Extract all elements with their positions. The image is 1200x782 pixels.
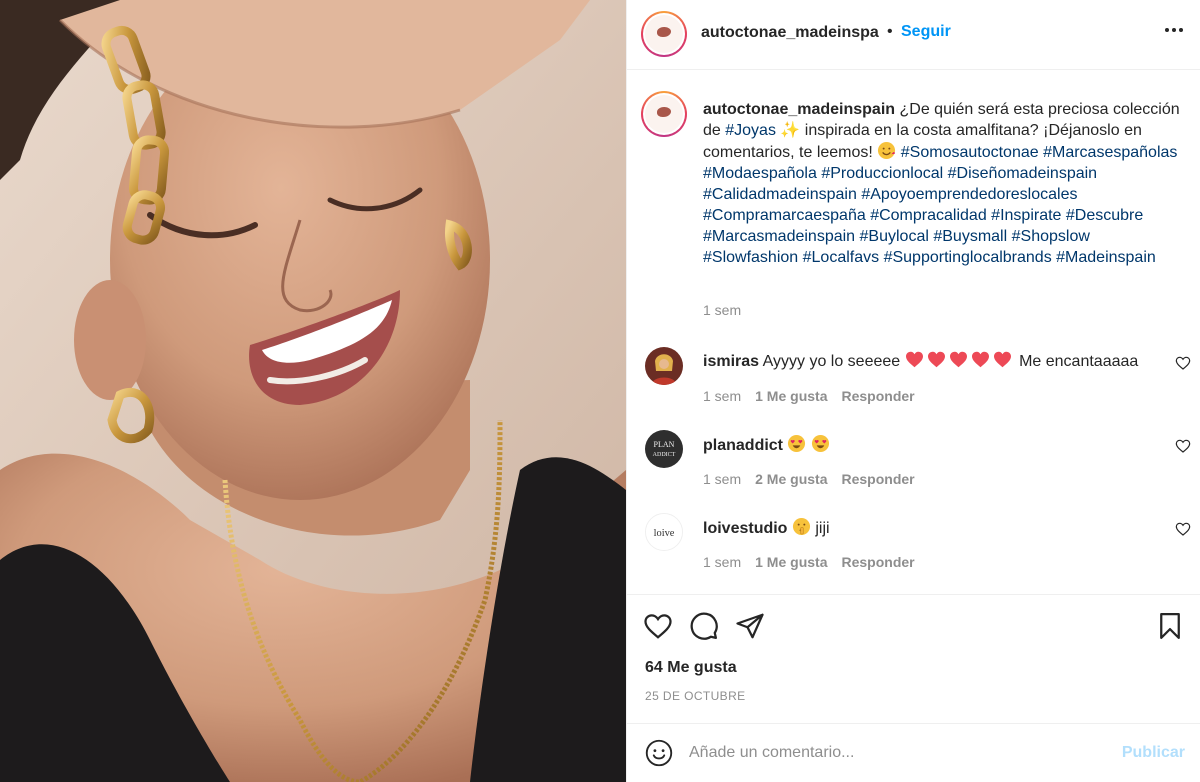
reply-button[interactable]: Responder — [841, 554, 914, 570]
heart-eyes-emoji-icon — [811, 434, 829, 453]
post-side-panel: autoctonae_madeinspa • Seguir autoctonae… — [626, 0, 1200, 782]
add-comment-bar: Publicar — [627, 723, 1200, 782]
red-heart-icon — [971, 351, 989, 368]
reply-button[interactable]: Responder — [841, 388, 914, 404]
smiling-hearts-emoji-icon — [878, 141, 896, 160]
comment-username[interactable]: planaddict — [703, 437, 783, 454]
hashtag-link[interactable]: #Joyas — [725, 122, 776, 139]
comment-likes[interactable]: 2 Me gusta — [755, 471, 827, 487]
hashtag-link[interactable]: #Madeinspain — [1056, 249, 1156, 266]
more-options-icon[interactable] — [1165, 28, 1183, 32]
comment-icon[interactable] — [689, 611, 719, 641]
post-header: autoctonae_madeinspa • Seguir — [627, 0, 1200, 70]
hashtag-link[interactable]: #Buylocal — [860, 228, 929, 245]
comment-text-post: Me encantaaaaa — [1019, 353, 1139, 370]
hashtag-link[interactable]: #Modaespañola — [703, 165, 817, 182]
red-hearts-emoji — [905, 351, 1015, 370]
hashtag-link[interactable]: #Somosautoctonae — [901, 144, 1039, 161]
brand-logo-icon — [645, 15, 683, 53]
avatar-text: PLAN — [654, 440, 675, 449]
comment-text-pre: Ayyyy yo lo seeeee — [762, 353, 901, 370]
share-icon[interactable] — [735, 611, 765, 641]
hashtag-link[interactable]: #Produccionlocal — [821, 165, 943, 182]
follow-button[interactable]: Seguir — [901, 23, 951, 41]
comment-text: planaddict — [703, 434, 1143, 456]
comment-text-post: jiji — [815, 520, 830, 537]
reply-button[interactable]: Responder — [841, 471, 914, 487]
comment-item: PLAN ADDICT planaddict 1 sem 2 Me gusta … — [641, 430, 1191, 500]
hashtag-link[interactable]: #Compramarcaespaña — [703, 207, 866, 224]
comment-username[interactable]: ismiras — [703, 353, 759, 370]
comment-meta: 1 sem 2 Me gusta Responder — [703, 471, 915, 487]
comment-time[interactable]: 1 sem — [703, 471, 741, 487]
heart-eyes-emoji-icon — [788, 434, 806, 453]
hashtag-link[interactable]: #Apoyoemprendedoreslocales — [861, 186, 1077, 203]
header-separator: • — [887, 23, 893, 40]
header-username[interactable]: autoctonae_madeinspa — [701, 24, 879, 42]
shushing-face-emoji-icon — [792, 517, 810, 536]
avatar-text: ADDICT — [653, 452, 676, 458]
post-actions: 64 Me gusta 25 DE OCTUBRE — [627, 594, 1200, 723]
caption-text: autoctonae_madeinspain ¿De quién será es… — [703, 99, 1181, 268]
comment-text: loivestudio jiji — [703, 517, 1143, 539]
post-image — [0, 0, 626, 782]
comment-avatar[interactable]: PLAN ADDICT — [645, 430, 683, 468]
likes-count[interactable]: 64 Me gusta — [645, 659, 737, 677]
hashtag-link[interactable]: #Descubre — [1066, 207, 1143, 224]
comment-likes[interactable]: 1 Me gusta — [755, 554, 827, 570]
sparkles-emoji: ✨ — [780, 122, 801, 139]
publish-button[interactable]: Publicar — [1122, 744, 1185, 762]
comment-item: loive loivestudio jiji 1 sem 1 Me gusta — [641, 513, 1191, 583]
comment-like-icon[interactable] — [1175, 521, 1191, 537]
comment-likes[interactable]: 1 Me gusta — [755, 388, 827, 404]
brand-logo-icon — [645, 95, 683, 133]
red-heart-icon — [949, 351, 967, 368]
emoji-icon[interactable] — [645, 739, 673, 767]
hashtag-link[interactable]: #Calidadmadeinspain — [703, 186, 857, 203]
comment-like-icon[interactable] — [1175, 438, 1191, 454]
comment-item: ismiras Ayyyy yo lo seeeee Me encantaaaa… — [641, 347, 1191, 417]
post-date[interactable]: 25 DE OCTUBRE — [645, 689, 746, 703]
profile-avatar[interactable] — [641, 11, 687, 57]
comment-time[interactable]: 1 sem — [703, 388, 741, 404]
hashtag-link[interactable]: #Marcasespañolas — [1043, 144, 1177, 161]
hashtag-link[interactable]: #Shopslow — [1012, 228, 1090, 245]
caption-username[interactable]: autoctonae_madeinspain — [703, 101, 895, 118]
comment-text: ismiras Ayyyy yo lo seeeee Me encantaaaa… — [703, 351, 1143, 372]
comment-like-icon[interactable] — [1175, 355, 1191, 371]
comments-section[interactable]: autoctonae_madeinspain ¿De quién será es… — [627, 71, 1200, 594]
hashtag-link[interactable]: #Buysmall — [933, 228, 1007, 245]
comment-input[interactable] — [689, 740, 1089, 766]
like-icon[interactable] — [643, 611, 673, 641]
hashtag-link[interactable]: #Diseñomadeinspain — [948, 165, 1097, 182]
comment-time[interactable]: 1 sem — [703, 554, 741, 570]
hashtag-link[interactable]: #Inspirate — [991, 207, 1061, 224]
hashtag-link[interactable]: #Marcasmadeinspain — [703, 228, 855, 245]
hashtag-link[interactable]: #Supportinglocalbrands — [884, 249, 1052, 266]
hashtag-link[interactable]: #Localfavs — [803, 249, 880, 266]
caption-avatar[interactable] — [641, 91, 687, 137]
save-icon[interactable] — [1155, 611, 1185, 641]
comment-meta: 1 sem 1 Me gusta Responder — [703, 388, 915, 404]
hashtag-link[interactable]: #Slowfashion — [703, 249, 798, 266]
comment-avatar[interactable] — [645, 347, 683, 385]
avatar-text: loive — [654, 528, 675, 539]
comment-avatar[interactable]: loive — [645, 513, 683, 551]
hashtag-link[interactable]: #Compracalidad — [870, 207, 987, 224]
post-photo[interactable] — [0, 0, 626, 782]
instagram-post: autoctonae_madeinspa • Seguir autoctonae… — [0, 0, 1200, 782]
hashtag-list: #Somosautoctonae #Marcasespañolas #Modae… — [703, 144, 1177, 266]
comment-username[interactable]: loivestudio — [703, 520, 787, 537]
red-heart-icon — [993, 351, 1011, 368]
red-heart-icon — [927, 351, 945, 368]
red-heart-icon — [905, 351, 923, 368]
comment-meta: 1 sem 1 Me gusta Responder — [703, 554, 915, 570]
caption-time[interactable]: 1 sem — [703, 302, 741, 318]
